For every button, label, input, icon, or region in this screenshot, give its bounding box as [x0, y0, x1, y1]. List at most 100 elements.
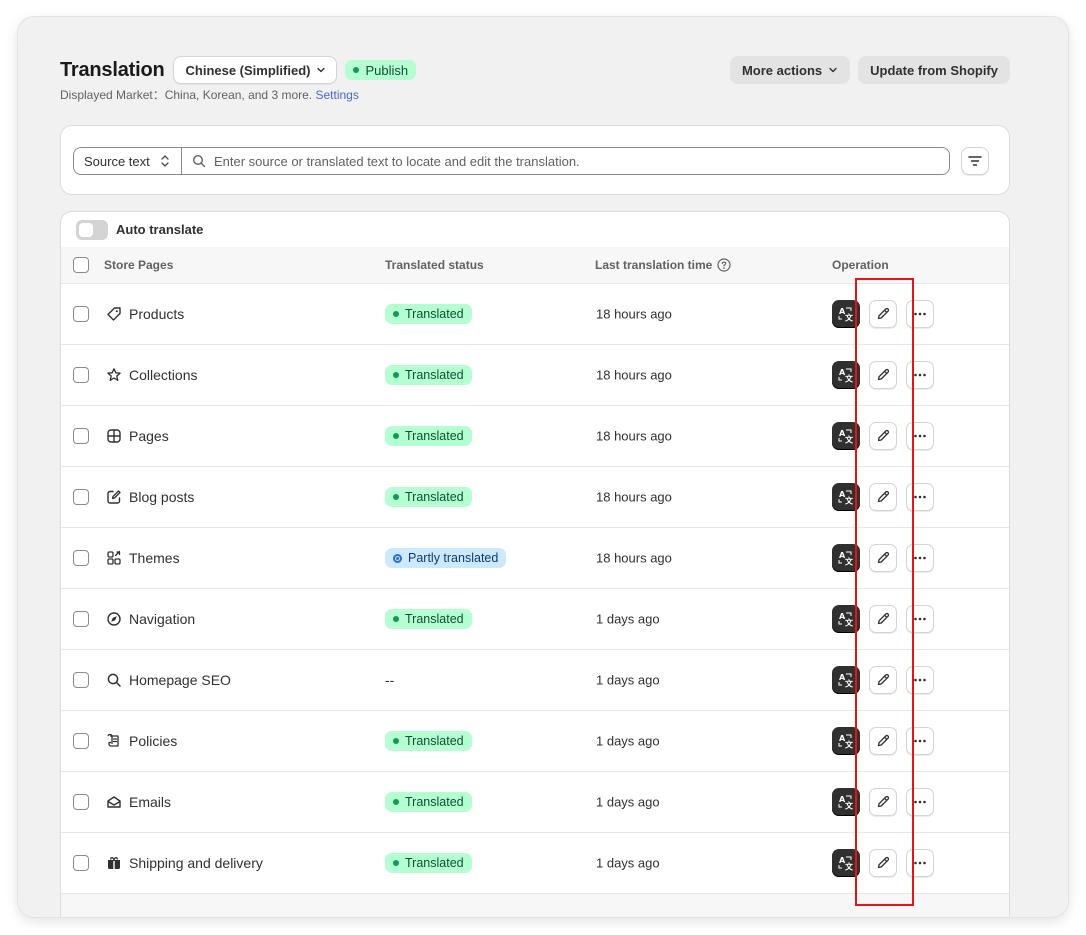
source-text-select[interactable]: Source text — [74, 148, 182, 174]
compass-icon — [107, 612, 121, 626]
column-header-time: Last translation time — [595, 258, 731, 272]
svg-text:文: 文 — [845, 313, 854, 323]
edit-button[interactable] — [869, 666, 897, 694]
more-options-button[interactable] — [906, 483, 934, 511]
help-icon[interactable] — [717, 258, 731, 272]
edit-button[interactable] — [869, 544, 897, 572]
more-options-button[interactable] — [906, 361, 934, 389]
table-row[interactable]: Navigation Translated 1 days ago A 文 — [61, 589, 1009, 650]
select-all-checkbox[interactable] — [73, 257, 89, 273]
translate-button[interactable]: A 文 — [832, 666, 860, 694]
row-checkbox[interactable] — [73, 672, 89, 688]
more-horizontal-icon — [914, 495, 926, 499]
table-row[interactable]: Pages Translated 18 hours ago A 文 — [61, 406, 1009, 467]
status-label: Translated — [405, 307, 464, 321]
row-checkbox[interactable] — [73, 855, 89, 871]
store-page-cell[interactable]: Pages — [106, 428, 169, 444]
translate-button[interactable]: A 文 — [832, 849, 860, 877]
column-header-status: Translated status — [385, 258, 484, 272]
chevron-down-icon — [317, 67, 326, 73]
store-page-cell[interactable]: Themes — [106, 550, 180, 566]
store-page-cell[interactable]: Homepage SEO — [106, 672, 231, 688]
edit-button[interactable] — [869, 422, 897, 450]
settings-link[interactable]: Settings — [315, 88, 358, 102]
table-row[interactable]: Shipping and delivery Translated 1 days … — [61, 833, 1009, 894]
translate-icon: A 文 — [838, 612, 854, 628]
row-checkbox[interactable] — [73, 367, 89, 383]
table-row[interactable]: Collections Translated 18 hours ago A 文 — [61, 345, 1009, 406]
status-dot-icon — [393, 799, 399, 805]
update-from-shopify-button[interactable]: Update from Shopify — [858, 56, 1010, 84]
store-page-cell[interactable]: Shipping and delivery — [106, 855, 263, 871]
more-options-button[interactable] — [906, 422, 934, 450]
row-checkbox[interactable] — [73, 550, 89, 566]
pencil-icon — [877, 795, 890, 808]
edit-button[interactable] — [869, 361, 897, 389]
translate-button[interactable]: A 文 — [832, 605, 860, 633]
store-page-cell[interactable]: Collections — [106, 367, 197, 383]
pages-icon — [107, 429, 121, 443]
more-options-button[interactable] — [906, 300, 934, 328]
pencil-icon — [877, 368, 890, 381]
table-row[interactable]: Emails Translated 1 days ago A 文 — [61, 772, 1009, 833]
table-row[interactable]: Blog posts Translated 18 hours ago A 文 — [61, 467, 1009, 528]
more-options-button[interactable] — [906, 788, 934, 816]
filter-button[interactable] — [961, 147, 989, 175]
store-page-cell[interactable]: Policies — [106, 733, 177, 749]
more-options-button[interactable] — [906, 666, 934, 694]
auto-translate-toggle[interactable] — [76, 219, 108, 240]
more-actions-button[interactable]: More actions — [729, 56, 851, 84]
translate-icon: A 文 — [838, 673, 854, 688]
store-page-cell[interactable]: Emails — [106, 794, 171, 810]
translate-button[interactable]: A 文 — [832, 544, 860, 572]
translate-icon: A 文 — [838, 429, 854, 444]
svg-text:文: 文 — [845, 618, 854, 628]
edit-button[interactable] — [869, 605, 897, 633]
more-options-button[interactable] — [906, 605, 934, 633]
svg-text:文: 文 — [845, 740, 854, 750]
edit-button[interactable] — [869, 483, 897, 511]
row-checkbox[interactable] — [73, 611, 89, 627]
row-checkbox[interactable] — [73, 428, 89, 444]
row-checkbox[interactable] — [73, 489, 89, 505]
table-row[interactable]: Policies Translated 1 days ago A 文 — [61, 711, 1009, 772]
store-page-cell[interactable]: Products — [106, 306, 184, 322]
more-horizontal-icon — [914, 739, 926, 743]
edit-button[interactable] — [869, 849, 897, 877]
translate-button[interactable]: A 文 — [832, 422, 860, 450]
table-row[interactable]: Homepage SEO -- 1 days ago A 文 — [61, 650, 1009, 711]
edit-button[interactable] — [869, 788, 897, 816]
column-header-store-pages: Store Pages — [104, 258, 174, 272]
store-page-name: Homepage SEO — [129, 672, 231, 688]
chevron-down-icon — [829, 67, 837, 73]
row-checkbox[interactable] — [73, 733, 89, 749]
translate-button[interactable]: A 文 — [832, 483, 860, 511]
more-options-button[interactable] — [906, 727, 934, 755]
search-placeholder: Enter source or translated text to locat… — [214, 153, 580, 169]
more-options-button[interactable] — [906, 849, 934, 877]
more-options-button[interactable] — [906, 544, 934, 572]
policy-icon — [107, 733, 119, 747]
edit-button[interactable] — [869, 727, 897, 755]
edit-button[interactable] — [869, 300, 897, 328]
language-select[interactable]: Chinese (Simplified) — [172, 56, 338, 84]
row-checkbox[interactable] — [73, 306, 89, 322]
pencil-icon — [877, 856, 890, 869]
store-page-cell[interactable]: Navigation — [106, 611, 195, 627]
status-label: Translated — [405, 368, 464, 382]
translated-status-badge: Translated — [385, 426, 472, 446]
table-row[interactable]: Products Translated 18 hours ago A 文 — [61, 284, 1009, 345]
translate-button[interactable]: A 文 — [832, 727, 860, 755]
row-checkbox[interactable] — [73, 794, 89, 810]
translate-button[interactable]: A 文 — [832, 300, 860, 328]
search-card: Source text Enter source or translated t… — [60, 125, 1010, 195]
app-window: Translation Chinese (Simplified) Publish… — [18, 17, 1068, 917]
more-horizontal-icon — [914, 434, 926, 438]
displayed-market-text: Displayed Market：China, Korean, and 3 mo… — [60, 86, 359, 103]
store-page-cell[interactable]: Blog posts — [106, 489, 194, 505]
search-icon — [107, 673, 121, 687]
table-row[interactable]: Themes Partly translated 18 hours ago A … — [61, 528, 1009, 589]
translate-button[interactable]: A 文 — [832, 788, 860, 816]
translate-button[interactable]: A 文 — [832, 361, 860, 389]
search-input[interactable]: Enter source or translated text to locat… — [182, 148, 949, 174]
